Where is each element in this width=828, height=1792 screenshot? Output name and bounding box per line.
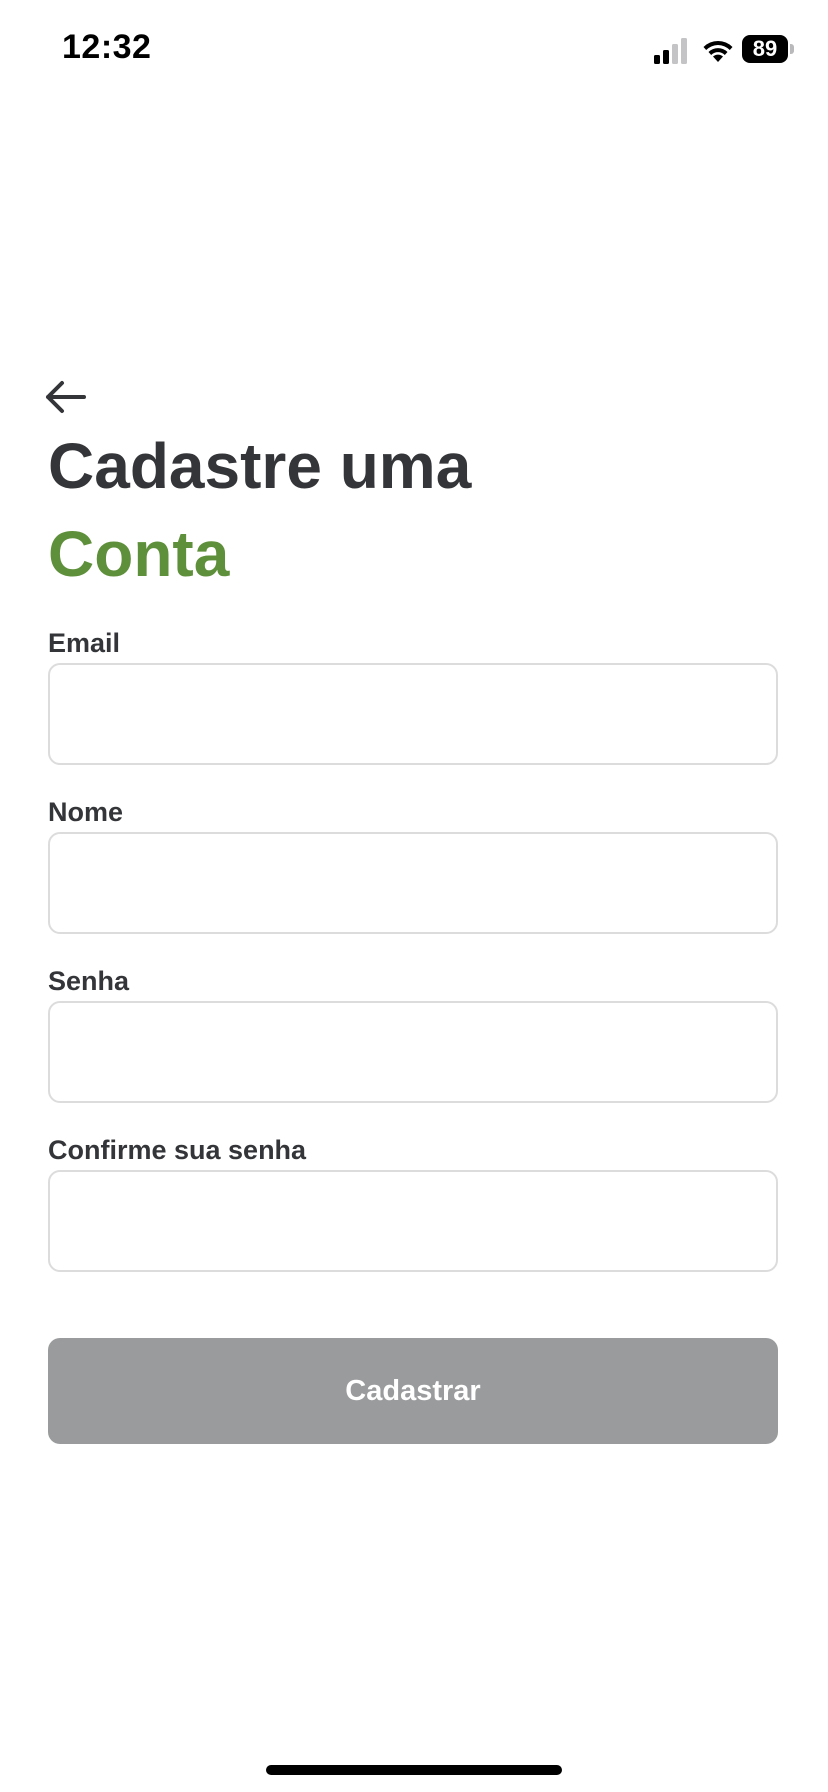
name-label: Nome: [48, 797, 124, 827]
cellular-signal-icon: [654, 38, 687, 64]
confirm-password-label: Confirme sua senha: [48, 1135, 307, 1165]
arrow-left-icon: [46, 381, 86, 413]
page-title: Cadastre uma: [48, 430, 472, 502]
name-field[interactable]: [48, 832, 778, 934]
back-button[interactable]: [44, 372, 100, 422]
wifi-icon: [703, 40, 733, 62]
email-label: Email: [48, 628, 121, 658]
status-time: 12:32: [62, 28, 152, 66]
battery-level: 89: [742, 35, 788, 63]
register-button[interactable]: Cadastrar: [48, 1338, 778, 1444]
battery-icon: 89: [742, 35, 794, 63]
status-bar: 12:32 89: [0, 0, 828, 100]
confirm-password-field[interactable]: [48, 1170, 778, 1272]
battery-tip: [790, 44, 794, 54]
email-field[interactable]: [48, 663, 778, 765]
password-label: Senha: [48, 966, 130, 996]
password-field[interactable]: [48, 1001, 778, 1103]
page-title-accent: Conta: [48, 518, 230, 590]
home-indicator[interactable]: [266, 1765, 562, 1775]
